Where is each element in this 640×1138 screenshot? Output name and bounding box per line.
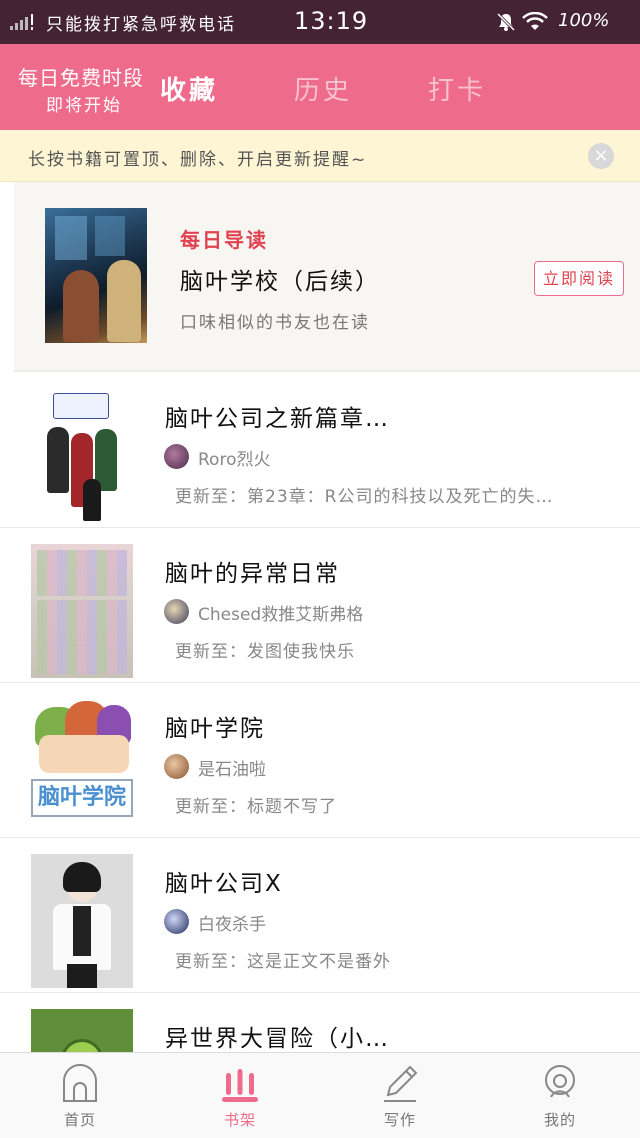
- tip-text: 长按书籍可置顶、删除、开启更新提醒~: [28, 150, 368, 170]
- nav-home-label: 首页: [63, 1111, 96, 1129]
- nav-bookshelf[interactable]: 书架: [160, 1053, 320, 1138]
- author-name: Chesed救推艾斯弗格: [198, 605, 364, 625]
- book-list-item[interactable]: 脑叶公司之新篇章… Roro烈火 更新至：第23章：R公司的科技以及死亡的失…: [0, 373, 640, 528]
- app-header: 每日免费时段 即将开始 收藏 历史 打卡: [0, 44, 640, 130]
- nav-bookshelf-label: 书架: [223, 1111, 256, 1129]
- nav-profile-label: 我的: [543, 1111, 576, 1129]
- latest-update: 更新至：这是正文不是番外: [175, 952, 391, 972]
- nav-write[interactable]: 写作: [320, 1053, 480, 1138]
- free-period-promo[interactable]: 每日免费时段: [18, 62, 144, 91]
- book-cover[interactable]: [45, 208, 147, 343]
- battery-level: 100%: [558, 10, 610, 31]
- daily-book-title[interactable]: 脑叶学校（后续）: [180, 262, 380, 296]
- pen-icon: [384, 1065, 418, 1102]
- book-list-item[interactable]: 脑叶公司X 白夜杀手 更新至：这是正文不是番外: [0, 838, 640, 993]
- nav-profile[interactable]: 我的: [480, 1053, 640, 1138]
- cover-title: 脑叶学院: [31, 779, 133, 817]
- wifi-icon: [522, 12, 548, 30]
- author-name: 是石油啦: [198, 760, 266, 780]
- book-cover[interactable]: [31, 389, 133, 523]
- read-now-button[interactable]: 立即阅读: [534, 261, 624, 296]
- mute-bell-icon: [496, 12, 516, 32]
- tip-banner: 长按书籍可置顶、删除、开启更新提醒~: [0, 130, 640, 182]
- latest-update: 更新至：发图使我快乐: [175, 642, 355, 662]
- book-list-item[interactable]: 脑叶学院 脑叶学院 是石油啦 更新至：标题不写了: [0, 683, 640, 838]
- free-period-promo-sub[interactable]: 即将开始: [46, 91, 122, 116]
- book-title[interactable]: 脑叶公司X: [165, 864, 283, 898]
- tab-favorites[interactable]: 收藏: [160, 70, 218, 107]
- author-name: 白夜杀手: [198, 915, 266, 935]
- close-icon[interactable]: ×: [588, 143, 614, 169]
- book-list-item[interactable]: 脑叶的异常日常 Chesed救推艾斯弗格 更新至：发图使我快乐: [0, 528, 640, 683]
- book-cover[interactable]: [31, 544, 133, 678]
- author-avatar: [164, 444, 189, 469]
- clock: 13:19: [294, 7, 369, 35]
- tab-checkin[interactable]: 打卡: [428, 70, 486, 107]
- status-bar: 只能拨打紧急呼救电话 13:19 100%: [0, 0, 640, 44]
- book-title[interactable]: 脑叶公司之新篇章…: [165, 399, 390, 433]
- author-avatar: [164, 599, 189, 624]
- profile-icon: [545, 1065, 575, 1098]
- home-icon: [63, 1064, 97, 1102]
- nav-write-label: 写作: [383, 1111, 416, 1129]
- daily-description: 口味相似的书友也在读: [180, 313, 370, 333]
- book-title[interactable]: 异世界大冒险（小…: [165, 1019, 390, 1053]
- bottom-navigation: 首页 书架 写作 我的: [0, 1052, 640, 1138]
- book-title[interactable]: 脑叶学院: [165, 709, 265, 743]
- book-cover[interactable]: 脑叶学院: [31, 699, 133, 833]
- author-name: Roro烈火: [198, 450, 271, 470]
- book-title[interactable]: 脑叶的异常日常: [165, 554, 340, 588]
- tab-history[interactable]: 历史: [294, 70, 352, 107]
- latest-update: 更新至：第23章：R公司的科技以及死亡的失…: [175, 487, 554, 507]
- author-avatar: [164, 754, 189, 779]
- book-cover[interactable]: [31, 854, 133, 988]
- daily-recommendation-card[interactable]: 每日导读 脑叶学校（后续） 口味相似的书友也在读 立即阅读: [14, 182, 640, 372]
- carrier-text: 只能拨打紧急呼救电话: [46, 15, 236, 35]
- nav-home[interactable]: 首页: [0, 1053, 160, 1138]
- daily-tag: 每日导读: [180, 228, 268, 252]
- bookshelf-icon: [222, 1069, 258, 1102]
- latest-update: 更新至：标题不写了: [175, 797, 337, 817]
- signal-icon: [10, 14, 33, 30]
- author-avatar: [164, 909, 189, 934]
